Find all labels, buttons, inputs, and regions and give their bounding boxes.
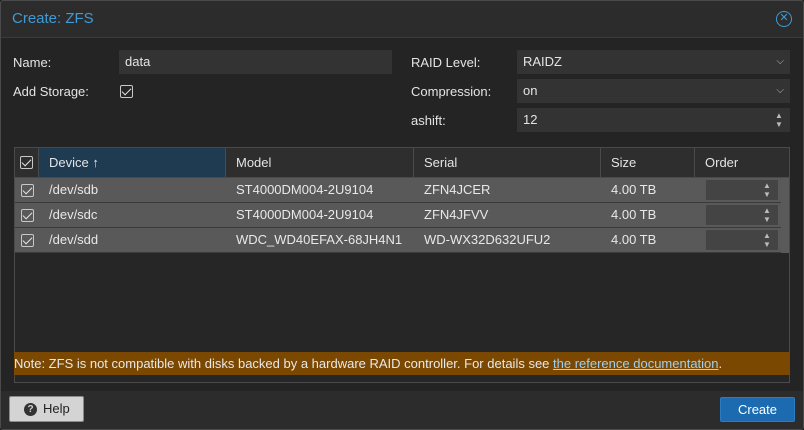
spinner-arrows-icon[interactable]: ▲ ▼ [762,181,772,199]
grid-scrollbar[interactable] [781,178,789,253]
close-icon[interactable]: ✕ [776,11,792,27]
spinner-arrows-icon[interactable]: ▲ ▼ [762,206,772,224]
size-cell: 4.00 TB [611,207,657,222]
device-cell: /dev/sdc [49,207,98,222]
column-size[interactable]: Size [601,148,695,177]
chevron-down-icon[interactable]: ⌵ [776,50,784,74]
column-model[interactable]: Model [226,148,414,177]
ashift-spinner[interactable]: 12 ▲ ▼ [517,108,790,132]
create-button[interactable]: Create [720,397,795,422]
column-order[interactable]: Order [695,148,789,177]
ashift-label: ashift: [411,113,446,128]
table-row[interactable]: /dev/sdb ST4000DM004-2U9104 ZFN4JCER 4.0… [15,178,781,203]
create-zfs-dialog: Create: ZFS ✕ Name: data Add Storage: RA… [0,0,804,430]
select-all-checkbox[interactable] [20,156,33,169]
column-serial[interactable]: Serial [414,148,601,177]
dialog-footer: ? Help Create [1,391,803,429]
order-spinner[interactable]: ▲ ▼ [706,230,778,250]
compression-label: Compression: [411,84,492,99]
raid-level-value: RAIDZ [523,54,562,69]
compression-select[interactable]: on ⌵ [517,79,790,103]
model-cell: ST4000DM004-2U9104 [236,207,374,222]
device-cell: /dev/sdb [49,182,99,197]
compression-value: on [523,83,538,98]
grid-header: Device ↑ Model Serial Size Order [15,148,789,178]
model-cell: WDC_WD40EFAX-68JH4N1 [236,232,403,247]
spinner-arrows-icon[interactable]: ▲ ▼ [762,231,772,249]
row-checkbox[interactable] [21,184,34,197]
form-panel: Name: data Add Storage: RAID Level: RAID… [1,37,803,391]
size-cell: 4.00 TB [611,182,657,197]
help-label: Help [43,401,70,416]
zfs-warning-note: Note: ZFS is not compatible with disks b… [14,352,790,375]
note-suffix: . [718,356,723,371]
serial-cell: ZFN4JCER [424,182,491,197]
raid-level-select[interactable]: RAIDZ ⌵ [517,50,790,74]
device-cell: /dev/sdd [49,232,99,247]
column-device[interactable]: Device ↑ [39,148,226,177]
row-checkbox[interactable] [21,234,34,247]
row-checkbox[interactable] [21,209,34,222]
serial-cell: ZFN4JFVV [424,207,489,222]
ashift-value: 12 [523,112,538,127]
name-input[interactable]: data [119,50,392,74]
title-bar: Create: ZFS ✕ [1,1,803,37]
note-text: Note: ZFS is not compatible with disks b… [14,356,554,371]
add-storage-label: Add Storage: [13,84,89,99]
name-label: Name: [13,55,52,70]
select-all-header[interactable] [15,148,39,177]
model-cell: ST4000DM004-2U9104 [236,182,374,197]
spinner-arrows-icon[interactable]: ▲ ▼ [774,111,784,129]
order-spinner[interactable]: ▲ ▼ [706,180,778,200]
dialog-title: Create: ZFS [12,10,94,27]
chevron-down-icon[interactable]: ⌵ [776,79,784,103]
size-cell: 4.00 TB [611,232,657,247]
table-row[interactable]: /dev/sdc ST4000DM004-2U9104 ZFN4JFVV 4.0… [15,203,781,228]
add-storage-checkbox[interactable] [120,85,133,98]
table-row[interactable]: /dev/sdd WDC_WD40EFAX-68JH4N1 WD-WX32D63… [15,228,781,253]
help-button[interactable]: ? Help [9,396,84,422]
serial-cell: WD-WX32D632UFU2 [424,232,551,247]
disk-grid: Device ↑ Model Serial Size Order /dev/sd… [14,147,790,383]
help-icon: ? [24,403,37,416]
raid-level-label: RAID Level: [411,55,481,70]
reference-documentation-link[interactable]: the reference documentation [553,356,719,371]
order-spinner[interactable]: ▲ ▼ [706,205,778,225]
